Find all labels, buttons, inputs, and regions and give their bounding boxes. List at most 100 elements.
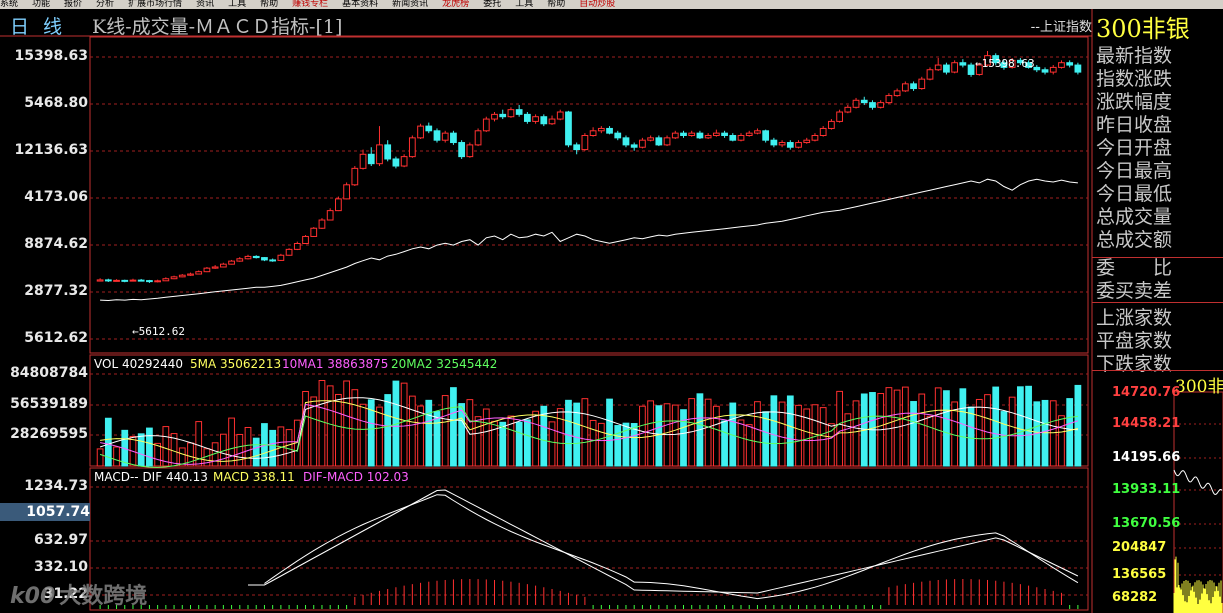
- price-axis-label: 4173.06: [24, 189, 88, 205]
- candle-body: [359, 153, 367, 169]
- volume-bar: [597, 422, 605, 467]
- volume-bar: [918, 393, 926, 467]
- mini-chart-price: 136565: [1112, 567, 1167, 582]
- volume-bar: [992, 386, 1000, 467]
- mini-chart-price: 204847: [1112, 540, 1167, 555]
- kline-chart[interactable]: ←15398.63 ←5612.62: [0, 0, 1223, 613]
- candle-body: [548, 118, 556, 125]
- info-separator: [1092, 257, 1223, 258]
- price-axis-label: 12136.63: [14, 142, 88, 158]
- candle-body: [187, 273, 194, 276]
- info-separator: [1092, 302, 1223, 303]
- candle-body: [819, 127, 827, 136]
- volume-axis-label: 84808784: [10, 365, 88, 381]
- candle-body: [778, 142, 786, 146]
- candle-body: [343, 184, 350, 200]
- candle-body: [441, 132, 449, 141]
- candle-body: [195, 271, 203, 275]
- candle-body: [482, 118, 490, 132]
- candle-body: [178, 274, 186, 278]
- candle-body: [203, 267, 211, 273]
- volume-bar: [1049, 400, 1057, 467]
- info-label: 总成交额: [1096, 229, 1173, 251]
- candle-body: [408, 137, 416, 158]
- candle-body: [556, 111, 564, 120]
- candle-body: [688, 132, 696, 136]
- volume-bar: [606, 398, 613, 467]
- candle-body: [219, 263, 227, 268]
- candle-body: [137, 279, 145, 282]
- candle-body: [770, 139, 778, 146]
- volume-bar: [499, 421, 507, 467]
- candle-body: [277, 254, 285, 261]
- volume-bar: [433, 411, 441, 467]
- volume-bar: [828, 423, 835, 467]
- volume-bar: [712, 405, 720, 467]
- candle-body: [458, 142, 466, 158]
- volume-bar: [482, 408, 490, 467]
- volume-bar: [1000, 411, 1008, 467]
- volume-bar: [1058, 415, 1065, 467]
- candle-body: [310, 227, 318, 237]
- volume-bar: [1066, 398, 1074, 467]
- candle-body: [721, 132, 728, 136]
- volume-bar: [885, 387, 893, 467]
- info-label: 今日最高: [1096, 160, 1173, 182]
- candle-body: [293, 243, 301, 250]
- volume-bar: [491, 420, 498, 467]
- candle-body: [285, 248, 293, 256]
- volume-bar: [285, 429, 293, 467]
- candle-body: [893, 90, 901, 97]
- volume-bar: [655, 405, 663, 467]
- info-label: 下跌家数: [1096, 353, 1173, 375]
- mini-chart-border: [1173, 391, 1223, 613]
- candle-body: [901, 83, 909, 92]
- candle-body: [729, 134, 737, 141]
- candle-body: [967, 64, 975, 75]
- volume-bar: [400, 382, 408, 467]
- volume-bar: [441, 395, 449, 467]
- candle-body: [154, 280, 162, 283]
- volume-bar: [466, 399, 474, 467]
- candle-body: [499, 113, 507, 118]
- candle-body: [704, 134, 712, 139]
- mini-chart-price: 14195.66: [1112, 450, 1181, 465]
- candle-body: [581, 134, 589, 151]
- volume-bar: [96, 448, 104, 467]
- macd-legend-item: MACD 338.11: [213, 470, 295, 484]
- candle-body: [244, 255, 252, 260]
- candle-body: [351, 167, 359, 186]
- volume-bar: [786, 395, 794, 467]
- price-axis-label: 2877.32: [24, 283, 88, 299]
- volume-bar: [984, 394, 991, 467]
- candle-body: [450, 132, 457, 144]
- candle-body: [540, 116, 548, 125]
- volume-bar: [795, 404, 802, 467]
- volume-bar: [770, 395, 778, 467]
- candle-body: [121, 279, 129, 282]
- volume-bar: [581, 398, 589, 467]
- candle-body: [565, 111, 572, 146]
- volume-bar: [754, 401, 761, 467]
- volume-legend-item: VOL 40292440: [94, 357, 184, 371]
- volume-bar: [762, 411, 770, 467]
- volume-bar: [836, 390, 843, 467]
- candle-body: [269, 259, 277, 262]
- volume-bar: [737, 419, 745, 467]
- price-axis-label: 8874.62: [24, 236, 88, 252]
- candle-body: [786, 142, 794, 148]
- volume-legend-item: 5MA 35062213: [190, 357, 282, 371]
- info-label: 最新指数: [1096, 45, 1173, 67]
- volume-bar: [236, 433, 244, 467]
- volume-bar: [852, 400, 860, 467]
- candle-body: [335, 198, 342, 212]
- volume-bar: [589, 419, 597, 467]
- volume-bar: [975, 398, 983, 467]
- candle-body: [318, 219, 326, 229]
- candle-body: [1066, 62, 1074, 66]
- candle-body: [877, 102, 885, 108]
- info-separator: [1092, 370, 1223, 371]
- candle-body: [630, 144, 638, 148]
- watermark: k00 大数跨境: [10, 578, 147, 610]
- volume-bar: [359, 403, 367, 467]
